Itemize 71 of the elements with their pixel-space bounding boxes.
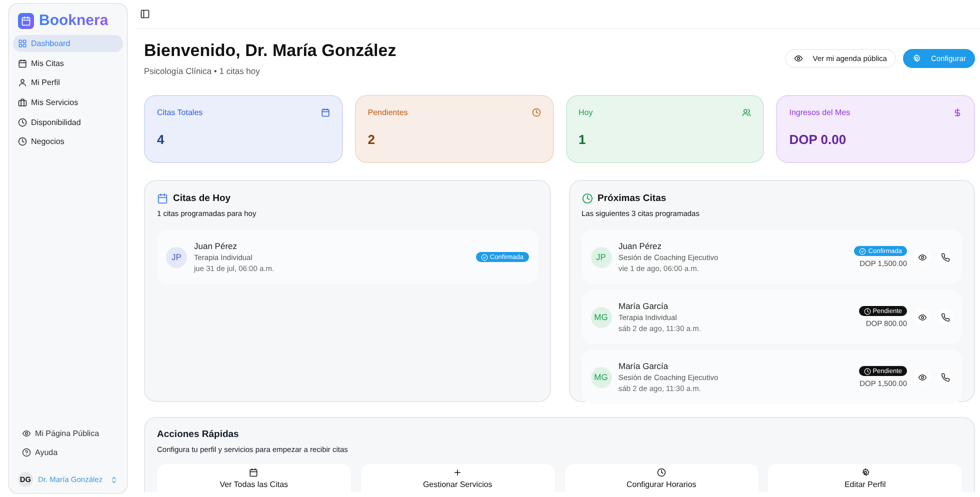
client-avatar: JP (166, 246, 187, 268)
dollar-icon (953, 108, 962, 117)
quick-action-button[interactable]: Editar Perfil (768, 464, 962, 494)
client-name: Juan Pérez (618, 241, 662, 251)
view-button[interactable] (914, 249, 930, 265)
phone-icon (940, 252, 950, 262)
eye-icon (918, 312, 926, 322)
plus-icon (453, 468, 462, 477)
stat-label: Ingresos del Mes (789, 108, 850, 117)
stat-value: 2 (368, 132, 376, 149)
quick-action-button[interactable]: Ver Todas las Citas (157, 464, 351, 494)
nav-item[interactable]: Disponibilidad (13, 114, 123, 131)
stat-label: Hoy (578, 108, 593, 117)
nav-item[interactable]: Mis Servicios (13, 94, 123, 112)
stat-label: Citas Totales (157, 108, 203, 117)
clock-icon (656, 468, 666, 477)
clock-icon (532, 108, 540, 117)
eye-icon (918, 252, 926, 262)
clock-icon (18, 118, 27, 127)
quick-action-button[interactable]: Configurar Horarios (564, 464, 758, 494)
nav-item[interactable]: Mi Perfil (13, 74, 123, 92)
stat-value: 1 (578, 132, 587, 149)
eye-icon (22, 428, 31, 438)
client-name: Juan Pérez (194, 241, 238, 251)
briefcase-icon (18, 98, 27, 108)
clock-icon (582, 193, 592, 204)
client-avatar: MG (590, 306, 612, 328)
sidebar-toggle-button[interactable] (140, 9, 150, 19)
client-name: María García (618, 361, 670, 371)
eye-icon (794, 54, 803, 63)
check-circle-icon (480, 254, 488, 260)
calendar-icon (157, 193, 168, 204)
view-button[interactable] (914, 369, 930, 385)
help-icon (22, 448, 31, 458)
check-circle-icon (859, 248, 866, 254)
call-button[interactable] (937, 249, 953, 265)
grid-icon (18, 39, 27, 48)
client-avatar: MG (590, 366, 612, 388)
panel-title: Acciones Rápidas (157, 429, 240, 440)
page-subtitle: Psicología Clínica • 1 citas hoy (144, 66, 261, 76)
call-button[interactable] (937, 369, 953, 385)
calendar-icon (18, 58, 27, 68)
nav-item[interactable]: Mi Página Pública (13, 424, 123, 442)
user-icon (18, 78, 27, 88)
clock-icon (864, 308, 871, 314)
stat-value: 4 (157, 132, 166, 149)
client-name: María García (618, 301, 670, 311)
calendar-icon (320, 108, 330, 117)
client-avatar: JP (590, 246, 612, 268)
call-button[interactable] (937, 309, 953, 325)
quick-action-button[interactable]: Gestionar Servicios (360, 464, 554, 494)
settings-icon (912, 54, 921, 63)
panel-title: Próximas Citas (598, 193, 666, 204)
chevron-updown-icon (110, 476, 118, 484)
eye-icon (918, 372, 926, 382)
logo-icon (18, 12, 34, 28)
settings-icon (860, 468, 870, 477)
view-button[interactable] (914, 309, 930, 325)
nav-item[interactable]: Ayuda (13, 444, 123, 462)
clock-icon (18, 137, 27, 146)
phone-icon (940, 312, 950, 322)
panel-title: Citas de Hoy (173, 193, 231, 204)
nav-item[interactable]: Negocios (13, 133, 123, 150)
stat-value: DOP 0.00 (789, 132, 848, 149)
users-icon (742, 108, 752, 117)
clock-icon (864, 368, 871, 374)
stat-label: Pendientes (368, 108, 408, 117)
nav-item[interactable]: Mis Citas (13, 54, 123, 72)
calendar-icon (249, 468, 258, 477)
phone-icon (940, 372, 950, 382)
page-title: Bienvenido, Dr. María González (144, 41, 396, 61)
